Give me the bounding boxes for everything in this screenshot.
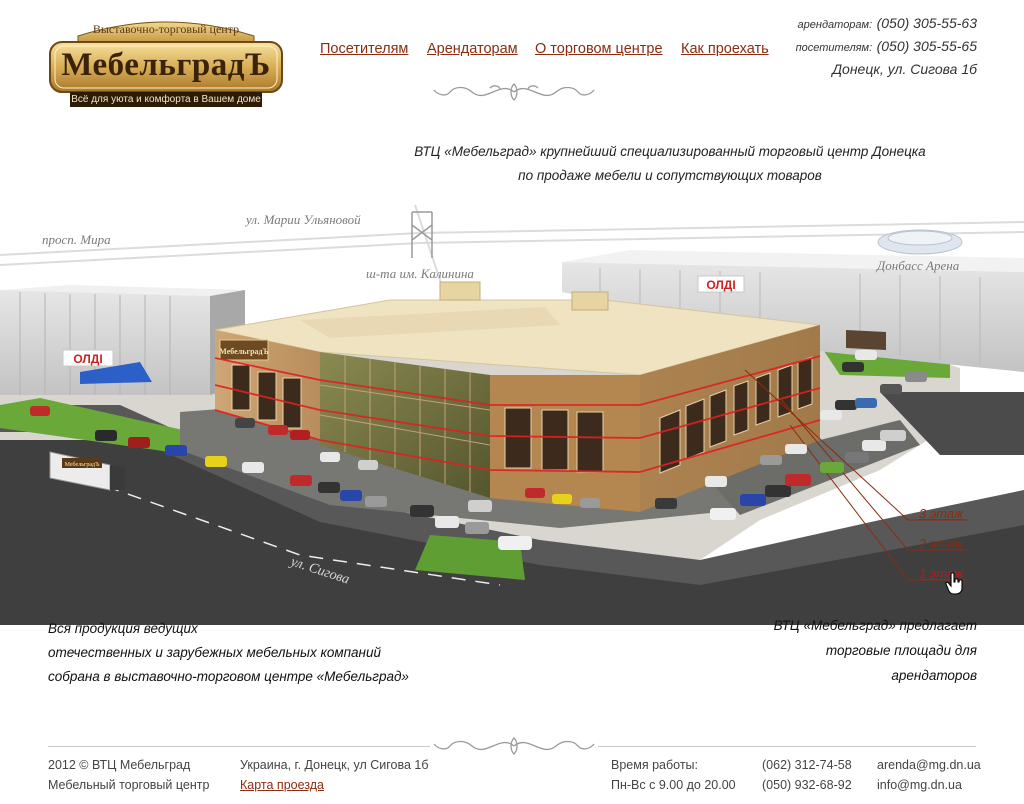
- tenants-info-line-2: торговые площади для: [825, 643, 977, 658]
- nav-tenants[interactable]: Арендаторам: [427, 41, 518, 57]
- header-contacts: арендаторам: (050) 305-55-63 посетителям…: [796, 12, 977, 81]
- nav-about[interactable]: О торговом центре: [535, 41, 663, 57]
- hand-cursor-icon: [945, 572, 963, 595]
- products-info-line-1: Вся продукция ведущих: [48, 621, 198, 636]
- truck-sign: МебельградЪ: [65, 461, 100, 468]
- header-address: Донецк, ул. Сигова 1б: [832, 61, 977, 77]
- footer-email-1[interactable]: arenda@mg.dn.ua: [877, 755, 981, 775]
- footer-phone-1: (062) 312-74-58: [762, 758, 852, 772]
- brand-tagline: Всё для уюта и комфорта в Вашем доме: [70, 92, 262, 107]
- tenants-phone-label: арендаторам:: [797, 19, 873, 31]
- mall-map: ОЛДІ ОЛДІ МебельградЪ МебельградЪ просп.…: [0, 195, 1024, 625]
- tenants-phone: (050) 305-55-63: [876, 15, 977, 31]
- ornament-icon: [433, 83, 595, 101]
- intro-line-2: по продаже мебели и сопутствующих товаро…: [518, 168, 822, 183]
- intro-line-1: ВТЦ «Мебельград» крупнейший специализиро…: [414, 144, 926, 159]
- brand-name: МебельградЪ: [61, 47, 271, 83]
- label-donbass-arena: Донбасс Арена: [875, 258, 960, 273]
- street-mira: просп. Мира: [42, 232, 111, 247]
- footer-address: Украина, г. Донецк, ул Сигова 1б: [240, 758, 429, 772]
- store-sign-right: ОЛДІ: [706, 278, 735, 292]
- footer-hours-label: Время работы:: [611, 758, 698, 772]
- footer-company: 2012 © ВТЦ Мебельград Мебельный торговый…: [48, 755, 209, 795]
- floor-3-link[interactable]: 3 этаж: [919, 506, 963, 521]
- tenants-info: ВТЦ «Мебельград» предлагает торговые пло…: [697, 613, 977, 688]
- tenants-info-line-1: ВТЦ «Мебельград» предлагает: [773, 618, 977, 633]
- visitors-phone-label: посетителям:: [795, 42, 873, 54]
- footer-hours: Время работы: Пн-Вс с 9.00 до 20.00: [611, 755, 736, 795]
- footer-email-2[interactable]: info@mg.dn.ua: [877, 775, 981, 795]
- store-sign-left: ОЛДІ: [73, 352, 102, 366]
- footer-emails: arenda@mg.dn.ua info@mg.dn.ua: [877, 755, 981, 795]
- tenants-info-line-3: арендаторов: [891, 668, 977, 683]
- nav-visitors[interactable]: Посетителям: [320, 41, 408, 57]
- footer-phones: (062) 312-74-58 (050) 932-68-92: [762, 755, 852, 795]
- building-sign: МебельградЪ: [219, 347, 268, 356]
- footer-company-name: Мебельный торговый центр: [48, 778, 210, 792]
- footer-hours-value: Пн-Вс с 9.00 до 20.00: [611, 778, 736, 792]
- brand-logo[interactable]: Выставочно-торговый центр МебельградЪ Вс…: [48, 14, 284, 110]
- nav-directions[interactable]: Как проехать: [681, 41, 769, 57]
- footer-phone-2: (050) 932-68-92: [762, 778, 852, 792]
- street-kalinina: ш-та им. Калинина: [366, 266, 474, 281]
- visitors-phone: (050) 305-55-65: [876, 38, 977, 54]
- brand-subtitle: Выставочно-торговый центр: [92, 22, 240, 36]
- products-info-line-3: собрана в выставочно-торговом центре «Ме…: [48, 669, 409, 684]
- products-info-line-2: отечественных и зарубежных мебельных ком…: [48, 645, 382, 660]
- mall-illustration: ОЛДІ ОЛДІ МебельградЪ МебельградЪ просп.…: [0, 204, 1024, 625]
- floor-2-link[interactable]: 2 этаж: [919, 536, 963, 551]
- footer-address-block: Украина, г. Донецк, ул Сигова 1б Карта п…: [240, 755, 429, 795]
- products-info: Вся продукция ведущих отечественных и за…: [48, 617, 468, 689]
- street-ulyanovoy: ул. Марии Ульяновой: [244, 212, 361, 227]
- intro-text: ВТЦ «Мебельград» крупнейший специализиро…: [300, 140, 1024, 188]
- footer-copyright: 2012 © ВТЦ Мебельград: [48, 758, 191, 772]
- footer-ornament-icon: [430, 733, 598, 759]
- footer-map-link[interactable]: Карта проезда: [240, 778, 324, 792]
